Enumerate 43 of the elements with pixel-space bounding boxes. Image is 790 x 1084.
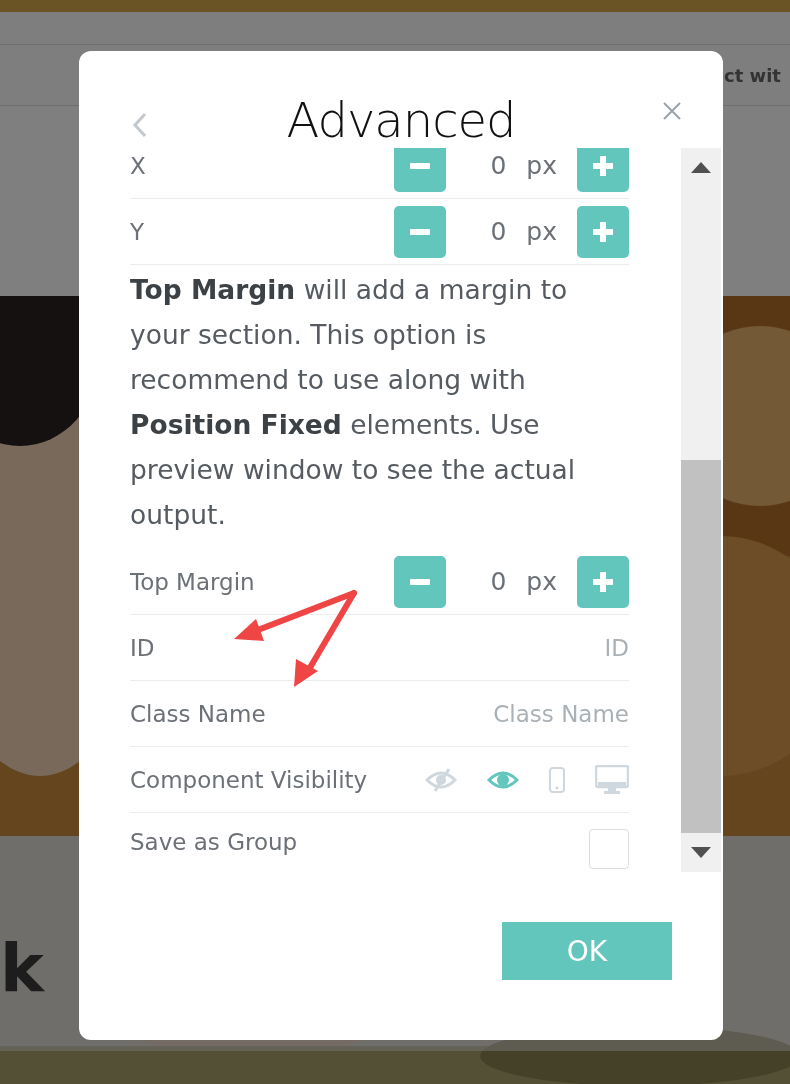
- field-label: Class Name: [130, 700, 266, 727]
- minus-icon: [410, 578, 431, 585]
- increment-button[interactable]: [577, 205, 629, 258]
- field-label: Top Margin: [130, 568, 255, 595]
- unit-text: px: [526, 567, 557, 596]
- field-label: ID: [130, 634, 155, 661]
- increment-button[interactable]: [577, 555, 629, 608]
- hero-heading: k: [0, 936, 44, 1002]
- eye-slash-icon[interactable]: [425, 767, 457, 792]
- plus-icon: [593, 221, 613, 242]
- increment-button[interactable]: [577, 148, 629, 192]
- value-text: 0: [489, 567, 507, 596]
- close-icon[interactable]: [663, 102, 681, 120]
- scrollbar-thumb[interactable]: [681, 460, 721, 833]
- scroll-up-icon[interactable]: [691, 162, 711, 173]
- field-label: X: [130, 152, 146, 179]
- scroll-down-icon[interactable]: [691, 847, 711, 858]
- field-label: Save as Group: [130, 829, 298, 855]
- text-field[interactable]: ID: [429, 634, 629, 661]
- unit-text: px: [526, 151, 557, 180]
- field-label: Y: [130, 218, 145, 245]
- decrement-button[interactable]: [394, 205, 447, 258]
- text-field[interactable]: Class Name: [429, 700, 629, 727]
- value-text: 0: [489, 217, 507, 246]
- monitor-icon[interactable]: [595, 764, 629, 795]
- plus-icon: [593, 571, 613, 592]
- back-chevron-icon[interactable]: [133, 112, 147, 138]
- ok-button[interactable]: OK: [502, 922, 672, 980]
- phone-icon[interactable]: [549, 766, 565, 793]
- minus-icon: [410, 228, 431, 235]
- eye-icon[interactable]: [487, 768, 519, 791]
- value-text: 0: [489, 151, 507, 180]
- minus-icon: [410, 162, 431, 169]
- nav-link-text: ct wit: [724, 64, 781, 86]
- scrollbar[interactable]: [681, 148, 721, 872]
- field-label: Component Visibility: [130, 766, 368, 793]
- unit-text: px: [526, 217, 557, 246]
- decrement-button[interactable]: [394, 555, 447, 608]
- dialog-title: Advanced: [286, 96, 516, 144]
- help-paragraph: Top Margin will add a margin to your section. This option is recommend to use along with Position Fixed elements. Use preview window to see the actual output.: [130, 273, 577, 532]
- checkbox[interactable]: [589, 829, 629, 869]
- decrement-button[interactable]: [394, 148, 447, 192]
- plus-icon: [593, 155, 613, 176]
